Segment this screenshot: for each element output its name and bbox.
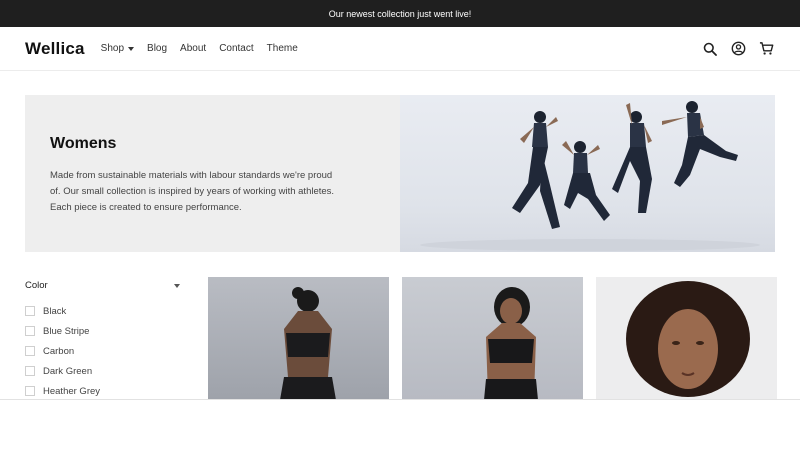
cart-icon[interactable]: [757, 40, 775, 58]
nav-blog[interactable]: Blog: [147, 43, 167, 54]
filter-option[interactable]: Carbon: [25, 341, 180, 361]
header-actions: [701, 40, 775, 58]
product-card[interactable]: [402, 277, 583, 400]
filter-header[interactable]: Color: [25, 280, 180, 291]
filter-option-label: Heather Grey: [43, 385, 101, 397]
product-card[interactable]: [596, 277, 777, 400]
announcement-text: Our newest collection just went live!: [328, 8, 472, 19]
checkbox[interactable]: [25, 366, 35, 376]
filter-option[interactable]: Dark Green: [25, 361, 180, 381]
chevron-down-icon: [174, 283, 180, 288]
search-icon[interactable]: [701, 40, 719, 58]
filter-option-label: Dark Green: [43, 365, 93, 377]
site-header: Wellica Shop Blog About Contact Theme: [0, 27, 800, 71]
hero-image: [400, 95, 775, 252]
checkbox[interactable]: [25, 326, 35, 336]
product-card[interactable]: [208, 277, 389, 400]
nav-shop[interactable]: Shop: [100, 43, 135, 54]
checkbox[interactable]: [25, 346, 35, 356]
filter-option[interactable]: Heather Grey: [25, 381, 180, 401]
athlete-figure: [612, 103, 652, 213]
filter-option[interactable]: Blue Stripe: [25, 321, 180, 341]
nav-shop-label: Shop: [100, 43, 125, 54]
nav-contact[interactable]: Contact: [219, 43, 253, 54]
filter-option-label: Black: [43, 305, 67, 317]
checkbox[interactable]: [25, 386, 35, 396]
product-image: [484, 287, 538, 400]
product-image: [280, 287, 336, 400]
account-icon[interactable]: [729, 40, 747, 58]
athlete-figure: [662, 101, 738, 187]
athlete-figure: [512, 111, 560, 229]
color-filter: Color Black Blue Stripe Carbon Dark Gree…: [25, 280, 180, 401]
announcement-bar: Our newest collection just went live!: [0, 0, 800, 27]
athlete-figure: [562, 141, 610, 221]
product-image: [626, 281, 750, 397]
filter-option-label: Carbon: [43, 345, 75, 357]
page-title: Womens: [50, 135, 117, 152]
nav-about[interactable]: About: [180, 43, 206, 54]
filter-option[interactable]: Black: [25, 301, 180, 321]
product-grid: [208, 277, 777, 400]
hero-banner: Womens Made from sustainable materials w…: [25, 95, 775, 252]
filter-option-label: Blue Stripe: [43, 325, 90, 337]
hero-text-panel: Womens Made from sustainable materials w…: [25, 95, 400, 252]
checkbox[interactable]: [25, 306, 35, 316]
page-fold: [0, 399, 800, 450]
nav-theme[interactable]: Theme: [267, 43, 298, 54]
chevron-down-icon: [128, 47, 135, 51]
main-nav: Shop Blog About Contact Theme: [101, 43, 311, 54]
hero-description: Made from sustainable materials with lab…: [50, 170, 335, 213]
filter-title: Color: [25, 280, 48, 291]
logo[interactable]: Wellica: [25, 39, 85, 59]
